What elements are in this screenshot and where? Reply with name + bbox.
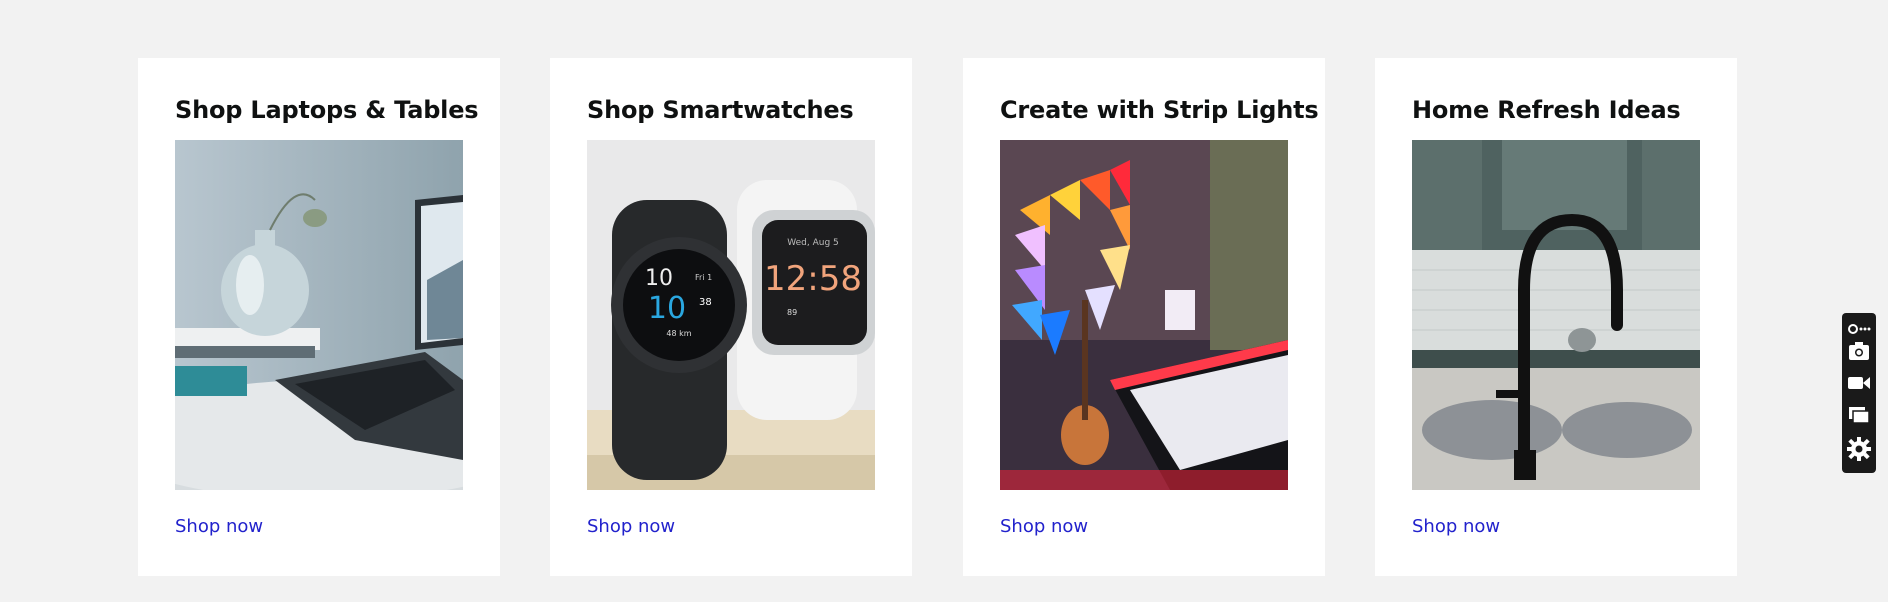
shop-now-link[interactable]: Shop now xyxy=(1412,516,1500,537)
shop-now-link[interactable]: Shop now xyxy=(587,516,675,537)
black-watch-distance: 48 km xyxy=(666,329,691,338)
black-watch-time: 10 xyxy=(648,291,686,326)
white-watch-time: 12:58 xyxy=(764,259,862,299)
white-watch-stat: 89 xyxy=(787,308,797,317)
card-strip-lights: Create with Strip Lights Shop now xyxy=(963,58,1325,576)
laptop-vase-image[interactable] xyxy=(175,140,463,490)
black-watch-hour: 10 xyxy=(645,266,673,291)
black-watch-seconds: 38 xyxy=(699,297,712,308)
settings-icon[interactable] xyxy=(1847,317,1871,334)
card-title: Home Refresh Ideas xyxy=(1412,96,1681,124)
smartwatches-image[interactable]: Wed, Aug 5 12:58 89 10 Fri 1 10 38 48 km xyxy=(587,140,875,490)
white-watch-date: Wed, Aug 5 xyxy=(787,238,839,248)
strip-lights-image[interactable] xyxy=(1000,140,1288,490)
card-smartwatches: Shop Smartwatches Wed, Aug 5 12:58 89 10… xyxy=(550,58,912,576)
floating-toolbar xyxy=(1842,313,1876,473)
card-home-refresh: Home Refresh Ideas Shop now xyxy=(1375,58,1737,576)
windows-icon[interactable] xyxy=(1847,403,1871,427)
card-laptops-tables: Shop Laptops & Tables Shop now xyxy=(138,58,500,576)
card-title: Create with Strip Lights xyxy=(1000,96,1319,124)
card-title: Shop Smartwatches xyxy=(587,96,854,124)
card-title: Shop Laptops & Tables xyxy=(175,96,479,124)
video-icon[interactable] xyxy=(1847,371,1871,395)
shop-now-link[interactable]: Shop now xyxy=(175,516,263,537)
shop-now-link[interactable]: Shop now xyxy=(1000,516,1088,537)
kitchen-faucet-image[interactable] xyxy=(1412,140,1700,490)
screenshot-icon[interactable] xyxy=(1847,339,1871,363)
black-watch-day: Fri 1 xyxy=(695,273,712,282)
gear-icon[interactable] xyxy=(1847,437,1871,461)
